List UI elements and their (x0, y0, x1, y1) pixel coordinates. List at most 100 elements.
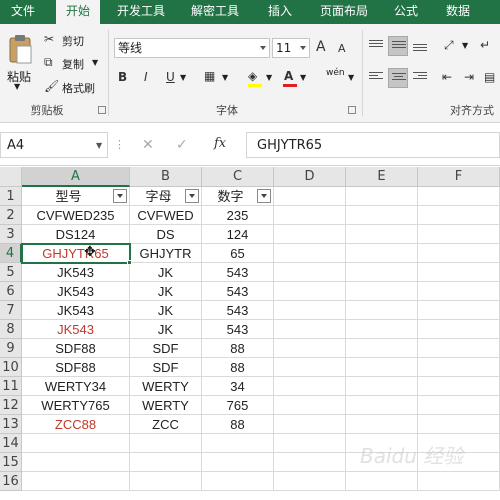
cell-d14[interactable] (274, 434, 346, 453)
font-launcher-icon[interactable] (348, 106, 356, 114)
cell-c15[interactable] (202, 453, 274, 472)
cell-a15[interactable] (22, 453, 130, 472)
underline-button[interactable]: U (166, 70, 175, 84)
format-painter-button[interactable]: 格式刷 (62, 80, 95, 96)
insert-function-button[interactable]: fx (214, 137, 226, 151)
table-cell[interactable]: WERTY (130, 396, 202, 415)
cell-f8[interactable] (418, 320, 500, 339)
enter-icon[interactable]: ✓ (176, 138, 188, 152)
cell-e7[interactable] (346, 301, 418, 320)
table-cell[interactable]: JK543 (22, 282, 130, 301)
cell-f11[interactable] (418, 377, 500, 396)
cell-f2[interactable] (418, 206, 500, 225)
copy-dropdown-icon[interactable]: ▼ (92, 58, 98, 67)
select-all-corner[interactable] (0, 167, 22, 187)
cell-d12[interactable] (274, 396, 346, 415)
table-cell[interactable]: 88 (202, 358, 274, 377)
table-cell[interactable]: DS (130, 225, 202, 244)
cell-e3[interactable] (346, 225, 418, 244)
row-header-3[interactable]: 3 (0, 225, 22, 244)
merge-center-icon[interactable]: ▤ (484, 70, 495, 84)
cell-f16[interactable] (418, 472, 500, 491)
cell-d1[interactable] (274, 187, 346, 206)
cell-f6[interactable] (418, 282, 500, 301)
cell-d8[interactable] (274, 320, 346, 339)
cell-e9[interactable] (346, 339, 418, 358)
cancel-icon[interactable]: ✕ (142, 138, 154, 152)
table-cell[interactable]: SDF88 (22, 339, 130, 358)
cell-d10[interactable] (274, 358, 346, 377)
cell-a14[interactable] (22, 434, 130, 453)
cell-d3[interactable] (274, 225, 346, 244)
row-header-16[interactable]: 16 (0, 472, 22, 491)
font-color-button[interactable]: A (284, 69, 293, 83)
row-header-5[interactable]: 5 (0, 263, 22, 282)
table-cell[interactable]: 88 (202, 339, 274, 358)
name-box-dropdown-icon[interactable]: ▼ (96, 141, 102, 150)
filter-dropdown-icon[interactable] (257, 189, 271, 203)
cell-f3[interactable] (418, 225, 500, 244)
cell-c14[interactable] (202, 434, 274, 453)
row-header-13[interactable]: 13 (0, 415, 22, 434)
cell-d16[interactable] (274, 472, 346, 491)
row-header-4[interactable]: 4 (0, 244, 22, 263)
table-cell[interactable]: ZCC (130, 415, 202, 434)
table-cell[interactable]: 34 (202, 377, 274, 396)
table-cell[interactable]: 543 (202, 282, 274, 301)
cell-e10[interactable] (346, 358, 418, 377)
table-cell[interactable]: 543 (202, 301, 274, 320)
increase-indent-icon[interactable]: ⇥ (464, 70, 474, 84)
table-cell[interactable]: DS124 (22, 225, 130, 244)
column-header-a[interactable]: A (22, 167, 130, 187)
column-header-e[interactable]: E (346, 167, 418, 187)
cell-d9[interactable] (274, 339, 346, 358)
formula-bar-grip-icon[interactable]: ⋮ (114, 138, 125, 151)
cell-f4[interactable] (418, 244, 500, 263)
cell-e12[interactable] (346, 396, 418, 415)
tab-home[interactable]: 开始 (56, 0, 100, 24)
table-cell[interactable]: SDF (130, 339, 202, 358)
table-cell[interactable]: JK543 (22, 320, 130, 339)
align-top-button[interactable] (366, 36, 386, 56)
row-header-14[interactable]: 14 (0, 434, 22, 453)
table-cell[interactable]: 124 (202, 225, 274, 244)
name-box[interactable]: A4 (0, 132, 108, 158)
orientation-dropdown-icon[interactable]: ▼ (462, 41, 468, 50)
table-cell[interactable]: ZCC88 (22, 415, 130, 434)
table-cell[interactable]: CVFWED235 (22, 206, 130, 225)
row-header-9[interactable]: 9 (0, 339, 22, 358)
row-header-11[interactable]: 11 (0, 377, 22, 396)
cell-e5[interactable] (346, 263, 418, 282)
table-cell[interactable]: JK543 (22, 263, 130, 282)
fill-color-icon[interactable]: ◈ (248, 69, 257, 83)
table-cell[interactable]: 65 (202, 244, 274, 263)
cell-b14[interactable] (130, 434, 202, 453)
orientation-icon[interactable]: ⤢ (444, 38, 454, 52)
cell-c16[interactable] (202, 472, 274, 491)
align-left-button[interactable] (366, 68, 386, 88)
phonetic-button[interactable]: wén (326, 68, 345, 78)
column-header-c[interactable]: C (202, 167, 274, 187)
cell-e8[interactable] (346, 320, 418, 339)
align-right-button[interactable] (410, 68, 430, 88)
row-header-2[interactable]: 2 (0, 206, 22, 225)
font-color-dropdown-icon[interactable]: ▼ (300, 73, 306, 82)
copy-button[interactable]: 复制 (62, 56, 84, 72)
table-cell[interactable]: SDF (130, 358, 202, 377)
cell-f9[interactable] (418, 339, 500, 358)
cell-e11[interactable] (346, 377, 418, 396)
cell-d5[interactable] (274, 263, 346, 282)
cell-e1[interactable] (346, 187, 418, 206)
cell-b15[interactable] (130, 453, 202, 472)
tab-formulas[interactable]: 公式 (386, 0, 426, 24)
grow-font-button[interactable]: A (316, 40, 326, 54)
row-header-12[interactable]: 12 (0, 396, 22, 415)
row-header-15[interactable]: 15 (0, 453, 22, 472)
table-cell[interactable]: WERTY (130, 377, 202, 396)
row-header-7[interactable]: 7 (0, 301, 22, 320)
row-header-8[interactable]: 8 (0, 320, 22, 339)
tab-data[interactable]: 数据 (436, 0, 480, 24)
table-cell[interactable]: SDF88 (22, 358, 130, 377)
table-cell[interactable]: JK (130, 320, 202, 339)
wrap-text-icon[interactable]: ↵ (480, 38, 490, 52)
